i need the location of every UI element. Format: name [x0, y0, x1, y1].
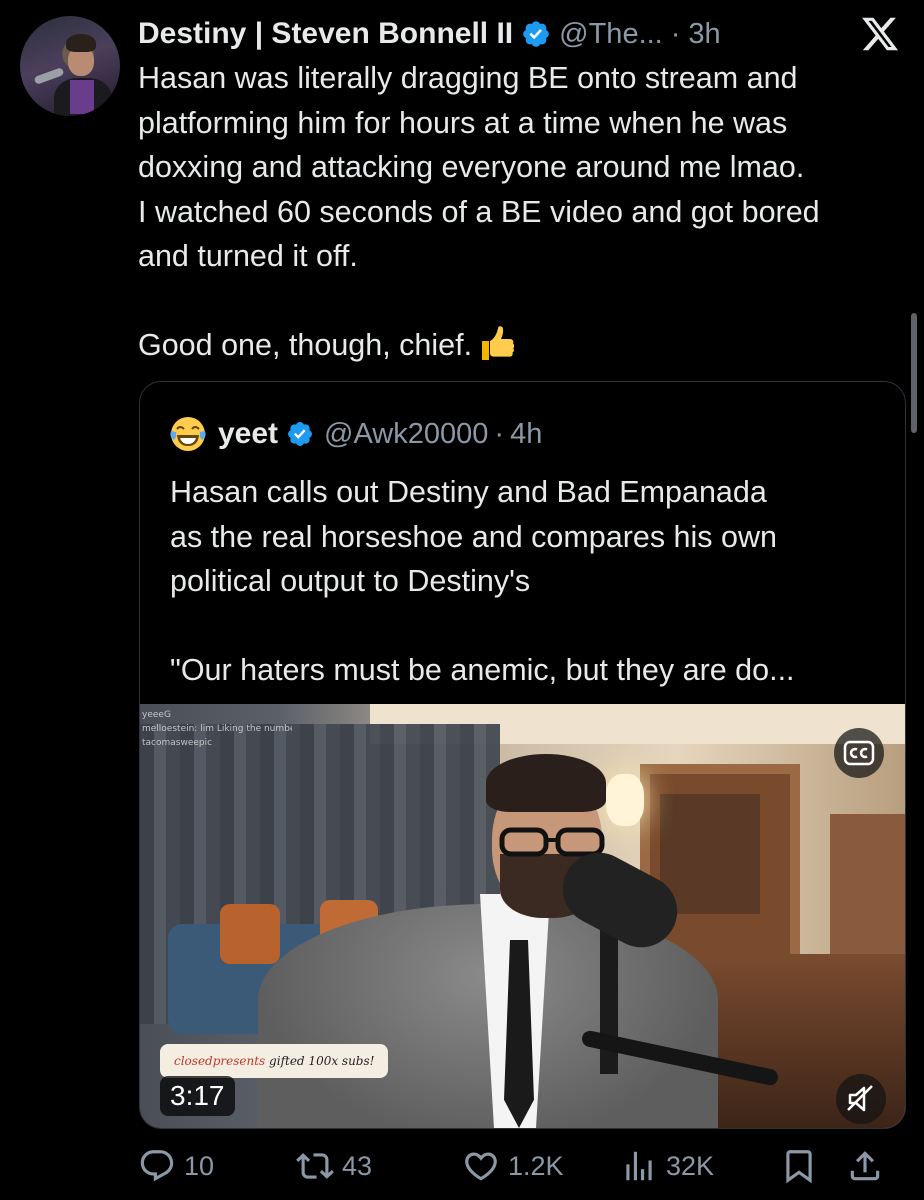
quote-excerpt: "Our haters must be anemic, but they are… [170, 652, 795, 687]
header-separator: · [670, 17, 681, 50]
video-duration: 3:17 [160, 1076, 235, 1116]
author-handle[interactable]: @The... [559, 18, 663, 51]
views-icon [626, 1151, 652, 1181]
bookmark-button[interactable] [780, 1142, 818, 1190]
tweet-line: doxxing and attacking everyone around me… [138, 150, 805, 184]
quote-line: Hasan calls out Destiny and Bad Empanada [170, 475, 767, 509]
tweet-closing-line: Good one, though, chief. [138, 323, 908, 368]
author-avatar[interactable] [20, 16, 120, 116]
tweet-action-bar: 10 43 1.2K 32K [0, 1142, 924, 1190]
repost-button[interactable]: 43 [296, 1142, 372, 1190]
quote-text: Hasan calls out Destiny and Bad Empanada… [170, 470, 890, 692]
mute-button[interactable] [836, 1074, 886, 1124]
sub-alert-text: gifted 100x subs! [269, 1054, 375, 1068]
chat-line: tacomasweepic [142, 738, 213, 748]
laughing-crying-emoji [170, 417, 206, 451]
tweet-line: Hasan was literally dragging BE onto str… [138, 61, 798, 95]
tweet-closing-text: Good one, though, chief. [138, 327, 473, 362]
cc-icon [843, 740, 875, 766]
share-button[interactable] [846, 1142, 884, 1190]
repost-icon [296, 1153, 334, 1179]
views-button[interactable]: 32K [620, 1142, 714, 1190]
tweet-time[interactable]: 3h [688, 18, 720, 51]
tweet-line: I watched 60 seconds of a BE video and g… [138, 194, 820, 229]
views-count: 32K [666, 1150, 715, 1181]
quote-line: political output to Destiny's [170, 564, 531, 598]
muted-speaker-icon [847, 1085, 873, 1112]
repost-count: 43 [342, 1150, 373, 1181]
chat-line: yeeeG [142, 710, 171, 720]
author-name[interactable]: Destiny | Steven Bonnell II [138, 17, 513, 51]
like-button[interactable]: 1.2K [462, 1142, 564, 1190]
reply-icon [140, 1150, 174, 1182]
stream-chat-overlay: yeeeG melloestein: lim Liking the number… [140, 704, 292, 750]
x-logo-icon [862, 17, 899, 51]
verified-badge-icon [288, 422, 313, 446]
tweet-line: and turned it off. [138, 239, 358, 273]
reply-button[interactable]: 10 [138, 1142, 214, 1190]
captions-button[interactable] [834, 728, 884, 778]
quote-time[interactable]: 4h [510, 418, 542, 451]
quote-author-handle[interactable]: @Awk20000 [324, 418, 488, 451]
quote-line: as the real horseshoe and compares his o… [170, 519, 777, 554]
chat-line: melloestein: lim Liking the numbers [142, 724, 292, 734]
quote-header-separator: · [494, 417, 505, 450]
quoted-tweet[interactable]: yeet @Awk20000 · 4h Hasan calls out Dest… [139, 381, 906, 1129]
like-count: 1.2K [508, 1150, 564, 1181]
heart-icon [465, 1152, 497, 1181]
sub-gift-alert: closedpresents gifted 100x subs! [160, 1044, 389, 1078]
quote-header: yeet @Awk20000 · 4h [168, 412, 542, 456]
thumbs-up-emoji [482, 325, 515, 360]
share-icon [850, 1151, 880, 1181]
verified-badge-icon [523, 21, 549, 47]
tweet-header: Destiny | Steven Bonnell II @The... · 3h [138, 14, 721, 54]
scrollbar[interactable] [911, 313, 917, 433]
reply-count: 10 [184, 1150, 215, 1181]
sub-alert-user: closedpresents [174, 1054, 266, 1068]
tweet-line: platforming him for hours at a time when… [138, 105, 788, 140]
video-player[interactable]: yeeeG melloestein: lim Liking the number… [140, 704, 905, 1128]
bookmark-icon [786, 1150, 812, 1184]
tweet-text: Hasan was literally dragging BE onto str… [138, 56, 908, 367]
quote-author-name[interactable]: yeet [218, 417, 278, 451]
